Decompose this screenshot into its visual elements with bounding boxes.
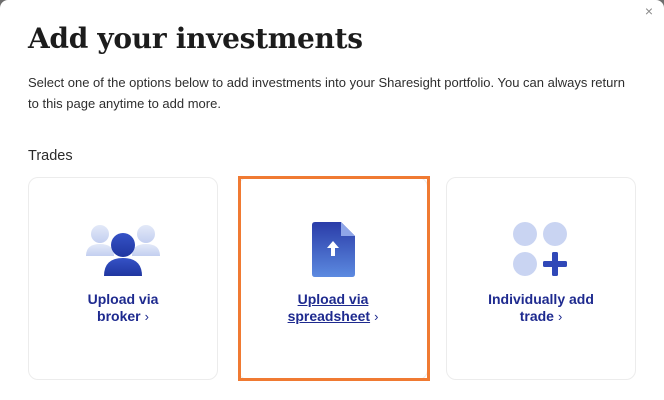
users-icon [86,222,160,287]
upload-via-broker-card[interactable]: Upload via broker › [28,177,218,380]
grid-add-icon [513,222,569,283]
card-label-line1: Upload via [297,291,369,307]
file-upload-icon [309,222,357,283]
page-title: Add your investments [28,22,363,55]
card-label-line2: broker [97,308,141,324]
individually-add-trade-card[interactable]: Individually add trade › [446,177,636,380]
card-label-line2: spreadsheet [287,308,371,324]
card-label-line1: Individually add [488,291,594,307]
close-icon[interactable]: × [642,4,656,18]
chevron-right-icon: › [374,309,379,324]
page-description: Select one of the options below to add i… [28,75,625,111]
chevron-right-icon: › [144,309,149,324]
card-label-line1: Upload via [87,291,159,307]
add-investments-modal: × Add your investments Select one of the… [0,0,664,400]
section-label-trades: Trades [28,148,73,164]
chevron-right-icon: › [557,309,563,324]
upload-via-spreadsheet-card[interactable]: Upload via spreadsheet › [238,177,428,380]
card-label-line2: trade [519,308,554,324]
